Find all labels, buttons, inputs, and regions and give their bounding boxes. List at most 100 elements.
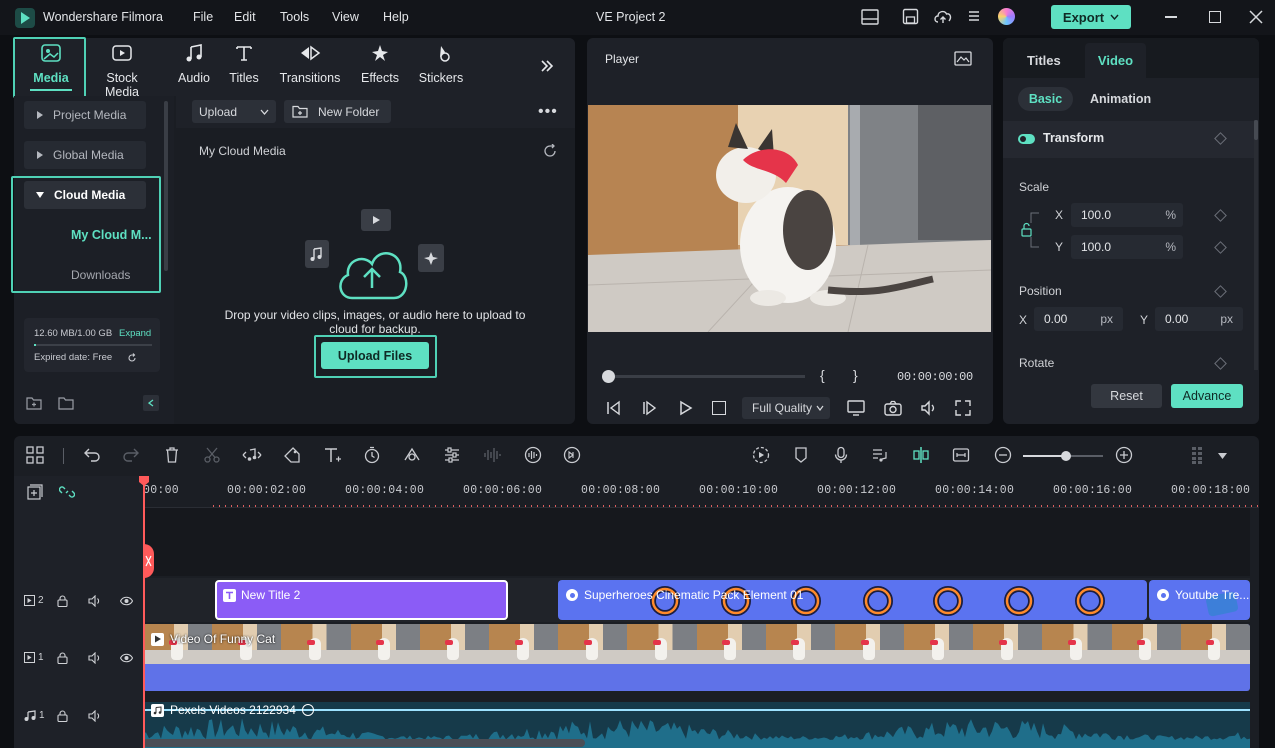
lock-icon[interactable] [57,595,68,607]
camera-icon[interactable] [884,400,902,416]
scissors-icon[interactable] [203,446,223,466]
tab-titles[interactable]: Titles [222,44,266,85]
video-clip[interactable]: Video Of Funny Cat [143,624,1250,691]
title-clip[interactable]: New Title 2 [215,580,508,620]
timeline-scrollbar[interactable] [143,739,585,747]
new-folder-button[interactable]: New Folder [284,100,391,123]
scale-y-field[interactable]: 100.0 % [1071,235,1183,259]
progress-handle[interactable] [602,370,615,383]
transform-toggle[interactable] [1018,134,1035,144]
tab-effects[interactable]: Effects [355,44,405,85]
more-options-icon[interactable]: ••• [538,103,558,121]
next-frame-icon[interactable] [642,400,658,416]
eye-icon[interactable] [120,653,133,663]
voiceover-list-icon[interactable] [871,446,891,466]
speaker-icon[interactable] [88,652,102,664]
properties-scrollbar[interactable] [1254,120,1258,370]
speaker-icon[interactable] [88,595,102,607]
mark-in-button[interactable]: { [820,367,825,383]
previous-frame-icon[interactable] [606,400,622,416]
waveform-icon[interactable] [483,446,503,466]
tab-stock-media[interactable]: Stock Media [88,44,156,99]
snapshot-view-icon[interactable] [954,51,972,66]
more-tabs-icon[interactable] [540,59,554,73]
snap-icon[interactable] [911,446,931,466]
sidebar-item-project-media[interactable]: Project Media [24,101,146,129]
video-preview[interactable] [588,105,991,332]
sidebar-item-global-media[interactable]: Global Media [24,141,146,169]
collapse-sidebar-icon[interactable] [143,395,159,411]
tab-stickers[interactable]: Stickers [414,44,468,85]
position-y-field[interactable]: 0.00 px [1155,307,1243,331]
speaker-icon[interactable] [88,710,102,722]
sync-icon[interactable] [543,144,557,158]
timer-icon[interactable] [363,446,383,466]
audio-split-icon[interactable] [241,446,262,466]
zoom-in-icon[interactable] [1115,446,1135,466]
progress-bar[interactable] [615,375,805,378]
quality-dropdown[interactable]: Full Quality [742,397,830,419]
close-icon[interactable] [1249,10,1263,24]
scale-x-field[interactable]: 100.0 % [1071,203,1183,227]
timeline-vscroll[interactable] [1250,508,1259,740]
new-folder-icon[interactable] [26,396,42,410]
lock-icon[interactable] [57,710,68,722]
grid-dots-icon[interactable] [1190,446,1210,466]
fit-timeline-icon[interactable] [952,446,972,466]
mark-out-button[interactable]: } [853,367,858,383]
effect-clip[interactable]: Superheroes Cinematic Pack Element 01 [558,580,1147,620]
minimize-icon[interactable] [1165,16,1177,18]
add-track-icon[interactable] [27,484,43,500]
advance-button[interactable]: Advance [1171,384,1243,408]
subtab-animation[interactable]: Animation [1090,92,1151,106]
microphone-icon[interactable] [832,446,852,466]
save-icon[interactable] [902,8,919,25]
color-match-icon[interactable] [402,446,422,466]
stop-icon[interactable] [712,401,726,415]
audio-ducking-icon[interactable] [523,446,543,466]
sidebar-scrollbar[interactable] [164,101,168,271]
menu-tools[interactable]: Tools [280,10,309,24]
text-tool-icon[interactable] [323,446,343,466]
display-icon[interactable] [847,400,865,416]
play-icon[interactable] [678,400,694,416]
playhead-scissor-tab[interactable] [143,544,154,578]
menu-list-icon[interactable] [967,9,981,23]
link-icon[interactable] [59,484,75,500]
playhead[interactable] [143,476,145,748]
aspect-lock-icon[interactable] [1019,211,1041,251]
delete-icon[interactable] [163,446,183,466]
layout-grid-icon[interactable] [26,446,46,466]
cloud-upload-icon[interactable] [933,8,953,25]
undo-icon[interactable] [83,446,103,466]
subtab-basic[interactable]: Basic [1018,87,1073,111]
menu-file[interactable]: File [193,10,213,24]
position-x-field[interactable]: 0.00 px [1034,307,1123,331]
layout-icon[interactable] [861,9,879,25]
marker-icon[interactable] [792,446,812,466]
fullscreen-icon[interactable] [955,400,971,416]
redo-icon[interactable] [122,446,142,466]
upload-dropdown[interactable]: Upload [192,100,276,123]
tab-audio[interactable]: Audio [172,44,216,85]
menu-view[interactable]: View [332,10,359,24]
folder-icon[interactable] [58,396,74,410]
lock-icon[interactable] [57,652,68,664]
export-button[interactable]: Export [1051,5,1131,29]
refresh-icon[interactable] [127,353,137,363]
maximize-icon[interactable] [1209,11,1221,23]
render-preview-icon[interactable] [751,446,771,466]
zoom-out-icon[interactable] [994,446,1014,466]
menu-help[interactable]: Help [383,10,409,24]
tab-video-properties[interactable]: Video [1085,43,1146,78]
tag-icon[interactable] [283,446,303,466]
menu-edit[interactable]: Edit [234,10,256,24]
reset-button[interactable]: Reset [1091,384,1162,408]
zoom-slider-handle[interactable] [1061,451,1071,461]
tab-transitions[interactable]: Transitions [276,44,344,85]
youtube-clip[interactable]: Youtube Tre... [1149,580,1250,620]
adjust-sliders-icon[interactable] [443,446,463,466]
volume-icon[interactable] [920,400,938,416]
tab-titles-properties[interactable]: Titles [1027,53,1061,68]
eye-icon[interactable] [120,596,133,606]
